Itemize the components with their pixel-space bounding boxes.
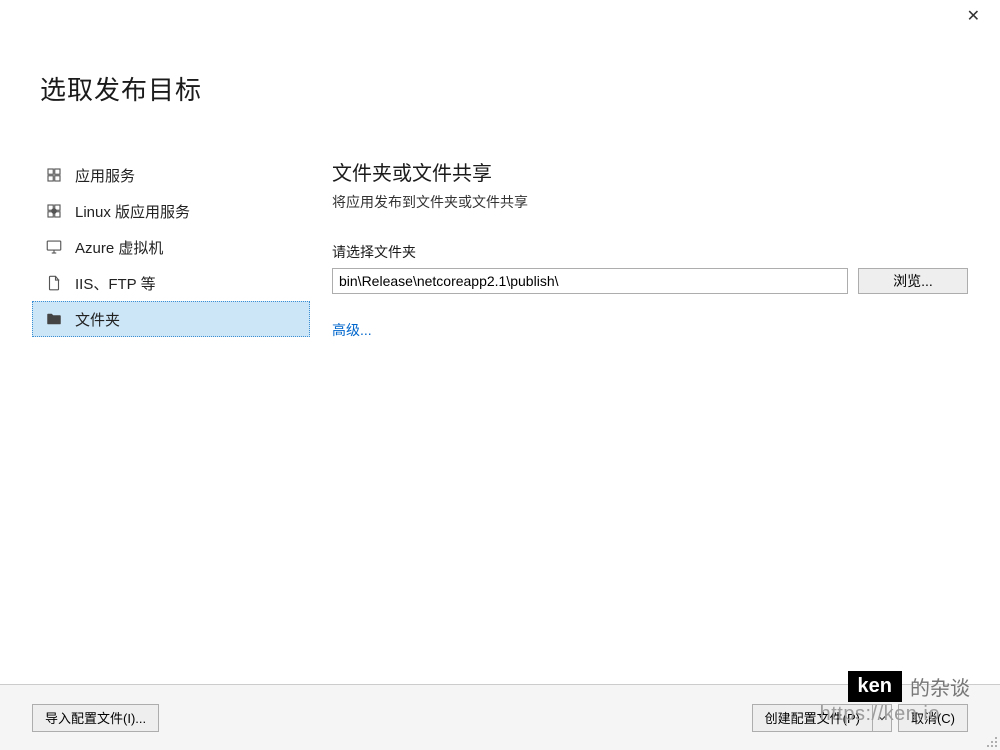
main-subheading: 将应用发布到文件夹或文件共享: [332, 192, 968, 212]
page-title: 选取发布目标: [0, 0, 1000, 107]
chevron-down-icon: [878, 710, 886, 725]
advanced-link[interactable]: 高级...: [332, 322, 372, 338]
sidebar-item-app-service[interactable]: 应用服务: [32, 157, 310, 193]
sidebar: 应用服务 Linux 版应用服务 Azure 虚拟机: [0, 157, 310, 684]
sidebar-item-label: 文件夹: [75, 309, 120, 330]
sidebar-item-app-service-linux[interactable]: Linux 版应用服务: [32, 193, 310, 229]
import-profile-button[interactable]: 导入配置文件(I)...: [32, 704, 159, 732]
iis-ftp-icon: [45, 274, 63, 292]
footer: 导入配置文件(I)... 创建配置文件(P) 取消(C): [0, 684, 1000, 750]
azure-vm-icon: [45, 238, 63, 256]
create-profile-button[interactable]: 创建配置文件(P): [752, 704, 872, 732]
sidebar-item-label: IIS、FTP 等: [75, 273, 156, 294]
folder-icon: [45, 310, 63, 328]
cancel-button[interactable]: 取消(C): [898, 704, 968, 732]
sidebar-item-label: Linux 版应用服务: [75, 201, 190, 222]
app-service-icon: [45, 166, 63, 184]
folder-field-label: 请选择文件夹: [332, 242, 968, 262]
browse-button[interactable]: 浏览...: [858, 268, 968, 294]
folder-path-input[interactable]: [332, 268, 848, 294]
close-icon[interactable]: ✕: [963, 4, 984, 29]
sidebar-item-label: Azure 虚拟机: [75, 237, 163, 258]
sidebar-item-label: 应用服务: [75, 165, 135, 186]
create-profile-split-button: 创建配置文件(P): [752, 704, 892, 732]
sidebar-item-folder[interactable]: 文件夹: [32, 301, 310, 337]
resize-grip-icon[interactable]: [984, 734, 998, 748]
app-service-linux-icon: [45, 202, 63, 220]
sidebar-item-iis-ftp[interactable]: IIS、FTP 等: [32, 265, 310, 301]
main-panel: 文件夹或文件共享 将应用发布到文件夹或文件共享 请选择文件夹 浏览... 高级.…: [310, 157, 1000, 684]
main-heading: 文件夹或文件共享: [332, 157, 968, 186]
create-profile-dropdown-button[interactable]: [872, 704, 892, 732]
sidebar-item-azure-vm[interactable]: Azure 虚拟机: [32, 229, 310, 265]
